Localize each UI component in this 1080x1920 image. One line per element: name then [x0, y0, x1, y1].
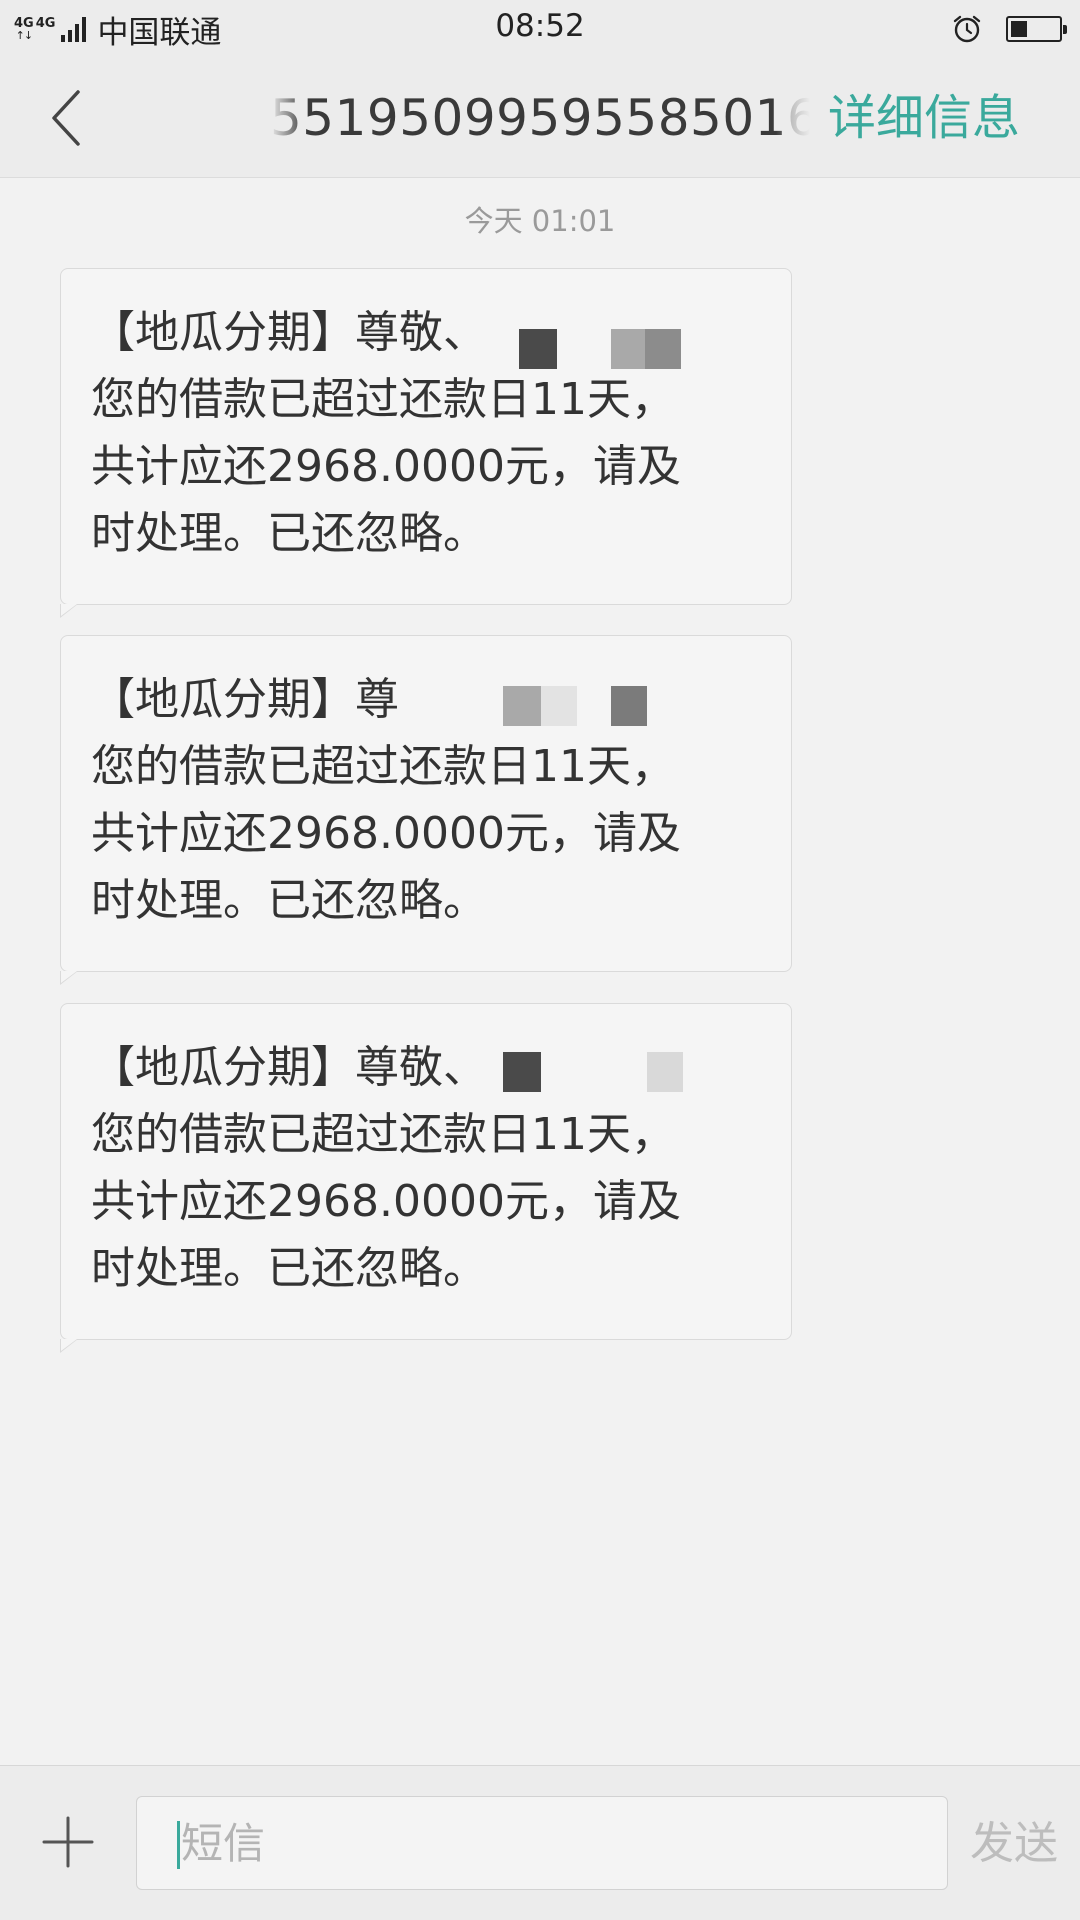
redaction-block: [611, 329, 645, 369]
battery-fill: [1011, 21, 1027, 37]
contact-number-main: 5519509959558501: [270, 89, 787, 147]
text-caret: [177, 1821, 180, 1869]
status-right: [952, 9, 1067, 49]
message-bubble[interactable]: 【地瓜分期】尊敬、 您的借款已超过还款日11天， 共计应还2968.0000元，…: [60, 1003, 792, 1353]
contact-fade-right: [776, 86, 810, 150]
send-button[interactable]: 发送: [970, 1814, 1058, 1874]
redaction-block: [647, 1052, 683, 1092]
redaction-block: [503, 1052, 541, 1092]
chevron-left-icon[interactable]: [42, 86, 92, 150]
message-bubble[interactable]: 【地瓜分期】尊 您的借款已超过还款日11天， 共计应还2968.0000元，请及…: [60, 635, 792, 985]
status-time: 08:52: [495, 8, 585, 44]
details-button[interactable]: 详细信息: [828, 86, 1020, 150]
redaction-block: [645, 329, 681, 369]
redaction-block: [503, 686, 541, 726]
message-timestamp: 今天 01:01: [464, 204, 616, 238]
message-input-box[interactable]: [136, 1796, 948, 1890]
message-text: 【地瓜分期】尊 您的借款已超过还款日11天， 共计应还2968.0000元，请及…: [91, 674, 681, 926]
message-input[interactable]: [181, 1797, 921, 1889]
redaction-block: [541, 686, 577, 726]
battery-icon: [1006, 16, 1067, 42]
message-bubble[interactable]: 【地瓜分期】尊敬、 您的借款已超过还款日11天， 共计应还2968.0000元，…: [60, 268, 792, 618]
compose-bar: 发送: [0, 1765, 1080, 1920]
status-bar: 4G ↑↓ 4G 中国联通 08:52: [0, 0, 1080, 58]
sms-conversation-screen: 4G ↑↓ 4G 中国联通 08:52 5519509959558501 详细信…: [0, 0, 1080, 1920]
redaction-block: [611, 686, 647, 726]
redaction-block: [519, 329, 557, 369]
conversation-header: 55195099595585016 详细信息: [0, 58, 1080, 178]
plus-icon[interactable]: [40, 1814, 96, 1870]
alarm-clock-icon: [953, 15, 981, 43]
contact-number: 55195099595585016: [270, 86, 810, 150]
contact-fade-left: [270, 86, 306, 150]
